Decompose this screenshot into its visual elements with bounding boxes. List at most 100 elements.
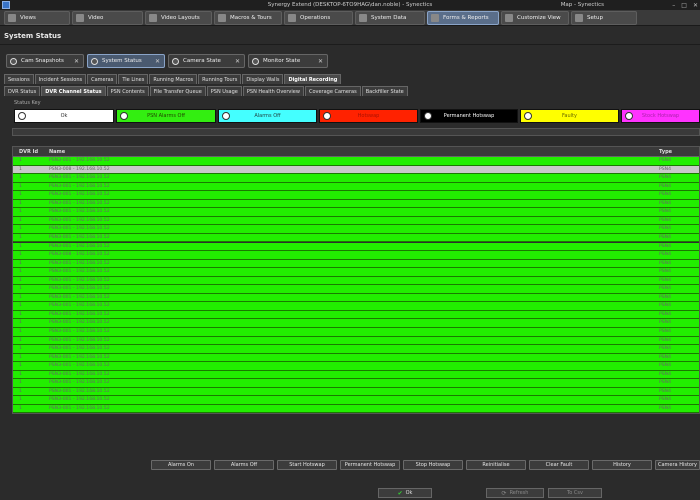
alarms-on-button[interactable]: Alarms On	[151, 460, 211, 470]
cell-name: PSN3-001 - 192.168.10.52	[49, 303, 110, 309]
subtab-running-macros[interactable]: Running Macros	[149, 74, 198, 84]
subtab-sessions[interactable]: Sessions	[4, 74, 34, 84]
cell-type: PSN4	[659, 252, 672, 258]
cell-dvr-id: 1	[19, 354, 22, 360]
table-row[interactable]: 1 PSN3-001 - 192.168.10.52 PSN4	[13, 225, 699, 234]
subtab-backfiller-state[interactable]: Backfiller State	[361, 86, 408, 96]
cell-name: PSN3-001 - 192.168.10.52	[49, 311, 110, 317]
menu-tab-setup[interactable]: Setup	[571, 11, 637, 25]
table-row[interactable]: 1 PSN3-001 - 192.168.10.52 PSN4	[13, 310, 699, 320]
panel-tab-camera-state[interactable]: Camera State ✕	[168, 54, 245, 68]
status-key-label: Permanent Hotswap	[443, 113, 495, 119]
subtab-psn-usage[interactable]: PSN Usage	[206, 86, 242, 96]
cell-dvr-id: 1	[19, 269, 22, 275]
menu-tab-forms-reports[interactable]: Forms & Reports	[427, 11, 499, 25]
cell-dvr-id: 1	[19, 311, 22, 317]
subtab-incident-sessions[interactable]: Incident Sessions	[34, 74, 87, 84]
menu-tab-video-layouts[interactable]: Video Layouts	[145, 11, 212, 25]
close-icon[interactable]: ✕	[155, 58, 160, 65]
table-row[interactable]: 1 PSN3-001 - 192.168.10.52 PSN4	[13, 157, 699, 166]
reinitialise-button[interactable]: Reinitialise	[466, 460, 526, 470]
table-row[interactable]: 1 PSN3-001 - 192.168.10.52 PSN4	[13, 268, 699, 277]
menu-tab-label: Video Layouts	[161, 15, 200, 21]
table-row[interactable]: 1 PSN3-001 - 192.168.10.52 PSN4	[13, 336, 699, 346]
table-row[interactable]: 1 PSN3-008 - 192.168.10.52 PSN4	[13, 165, 699, 175]
close-icon[interactable]: ✕	[74, 58, 79, 65]
table-row[interactable]: 1 PSN3-001 - 192.168.10.52 PSN4	[13, 387, 699, 397]
subtab-tie-lines[interactable]: Tie Lines	[118, 74, 149, 84]
status-key-hotswap: Hotswap	[319, 109, 418, 123]
table-row[interactable]: 1 PSN3-001 - 192.168.10.52 PSN4	[13, 345, 699, 354]
table-row[interactable]: 1 PSN3-001 - 192.168.10.52 PSN4	[13, 370, 699, 380]
table-row[interactable]: 1 PSN3-001 - 192.168.10.52 PSN4	[13, 293, 699, 303]
status-key-label: Alarms Off	[254, 113, 281, 119]
panel-tab-system-status[interactable]: System Status ✕	[87, 54, 165, 68]
to-csv-button[interactable]: To Csv	[548, 488, 602, 498]
table-row[interactable]: 1 PSN3-001 - 192.168.10.52 PSN4	[13, 208, 699, 217]
table-row[interactable]: 1 PSN3-001 - 192.168.10.52 PSN4	[13, 328, 699, 337]
table-row[interactable]: 1 PSN3-001 - 192.168.10.52 PSN4	[13, 379, 699, 388]
permanent-hotswap-button[interactable]: Permanent Hotswap	[340, 460, 400, 470]
close-icon[interactable]: ✕	[318, 58, 323, 65]
table-row[interactable]: 1 PSN3-001 - 192.168.10.52 PSN4	[13, 233, 699, 243]
menu-tab-customize-view[interactable]: Customize View	[501, 11, 569, 25]
table-row[interactable]: 1 PSN3-001 - 192.168.10.52 PSN4	[13, 319, 699, 328]
subtab-running-tours[interactable]: Running Tours	[198, 74, 242, 84]
stop-hotswap-button[interactable]: Stop Hotswap	[403, 460, 463, 470]
panel-tab-monitor-state[interactable]: Monitor State ✕	[248, 54, 328, 68]
column-header-dvr-id[interactable]: DVR Id	[19, 149, 38, 155]
table-row[interactable]: 1 PSN3-001 - 192.168.10.52 PSN4	[13, 302, 699, 311]
table-row[interactable]: 1 PSN3-001 - 192.168.10.52 PSN4	[13, 191, 699, 200]
table-row[interactable]: 1 PSN3-001 - 192.168.10.52 PSN4	[13, 396, 699, 405]
subtab-cameras[interactable]: Cameras	[87, 74, 118, 84]
table-row[interactable]: 1 PSN3-001 - 192.168.10.52 PSN4	[13, 216, 699, 226]
subtab-digital-recording[interactable]: Digital Recording	[284, 74, 342, 84]
subtab-display-walls[interactable]: Display Walls	[242, 74, 284, 84]
table-row[interactable]: 1 PSN3-008 - 192.168.10.52 PSN4	[13, 251, 699, 260]
table-row[interactable]: 1 PSN3-001 - 192.168.10.52 PSN4	[13, 259, 699, 269]
table-row[interactable]: 1 PSN3-001 - 192.168.10.52 PSN4	[13, 285, 699, 294]
column-header-type[interactable]: Type	[659, 149, 672, 155]
cell-type: PSN4	[659, 286, 672, 292]
subtab-psn-health-overview[interactable]: PSN Health Overview	[242, 86, 304, 96]
maximize-icon[interactable]: □	[681, 2, 687, 9]
cell-dvr-id: 1	[19, 252, 22, 258]
menu-tab-video[interactable]: Video	[72, 11, 143, 25]
table-row[interactable]: 1 PSN3-001 - 192.168.10.52 PSN4	[13, 242, 699, 251]
minimize-icon[interactable]: –	[672, 2, 675, 9]
refresh-button[interactable]: ⟳ Refresh	[486, 488, 544, 498]
cell-type: PSN4	[659, 158, 672, 163]
status-key-faulty: Faulty	[520, 109, 619, 123]
table-row[interactable]: 1 PSN3-001 - 192.168.10.52 PSN4	[13, 362, 699, 371]
close-icon[interactable]: ✕	[235, 58, 240, 65]
divider	[0, 44, 700, 45]
subtab-psn-contents[interactable]: PSN Contents	[106, 86, 149, 96]
start-hotswap-button[interactable]: Start Hotswap	[277, 460, 337, 470]
table-row[interactable]: 1 PSN3-001 - 192.168.10.52 PSN4	[13, 404, 699, 413]
table-row[interactable]: 1 PSN3-001 - 192.168.10.52 PSN4	[13, 353, 699, 363]
menu-tab-system-data[interactable]: System Data	[355, 11, 425, 25]
camera-history-button[interactable]: Camera History	[655, 460, 700, 470]
table-row[interactable]: 1 PSN3-001 - 192.168.10.52 PSN4	[13, 182, 699, 192]
category-tabs: Sessions Incident Sessions Cameras Tie Line…	[4, 74, 342, 84]
status-circle-icon	[625, 112, 633, 120]
close-icon[interactable]: ✕	[693, 2, 698, 9]
ok-button[interactable]: ✔ Ok	[378, 488, 432, 498]
subtab-dvr-status[interactable]: DVR Status	[4, 86, 41, 96]
subtab-file-transfer-queue[interactable]: File Transfer Queue	[149, 86, 206, 96]
menu-tab-operations[interactable]: Operations	[284, 11, 353, 25]
alarms-off-button[interactable]: Alarms Off	[214, 460, 274, 470]
table-row[interactable]: 1 PSN3-001 - 192.168.10.52 PSN4	[13, 276, 699, 286]
cell-dvr-id: 1	[19, 175, 22, 181]
column-header-name[interactable]: Name	[49, 149, 65, 155]
table-row[interactable]: 1 PSN3-001 - 192.168.10.52 PSN4	[13, 199, 699, 209]
subtab-coverage-cameras[interactable]: Coverage Cameras	[304, 86, 361, 96]
history-button[interactable]: History	[592, 460, 652, 470]
clear-fault-button[interactable]: Clear Fault	[529, 460, 589, 470]
menu-tab-macros-tours[interactable]: Macros & Tours	[214, 11, 282, 25]
menu-tab-views[interactable]: Views	[4, 11, 70, 25]
table-row[interactable]: 1 PSN3-001 - 192.168.10.52 PSN4	[13, 174, 699, 183]
subtab-dvr-channel-status[interactable]: DVR Channel Status	[41, 86, 106, 96]
panel-tab-cam-snapshots[interactable]: Cam Snapshots ✕	[6, 54, 84, 68]
filter-bar[interactable]	[12, 128, 700, 136]
